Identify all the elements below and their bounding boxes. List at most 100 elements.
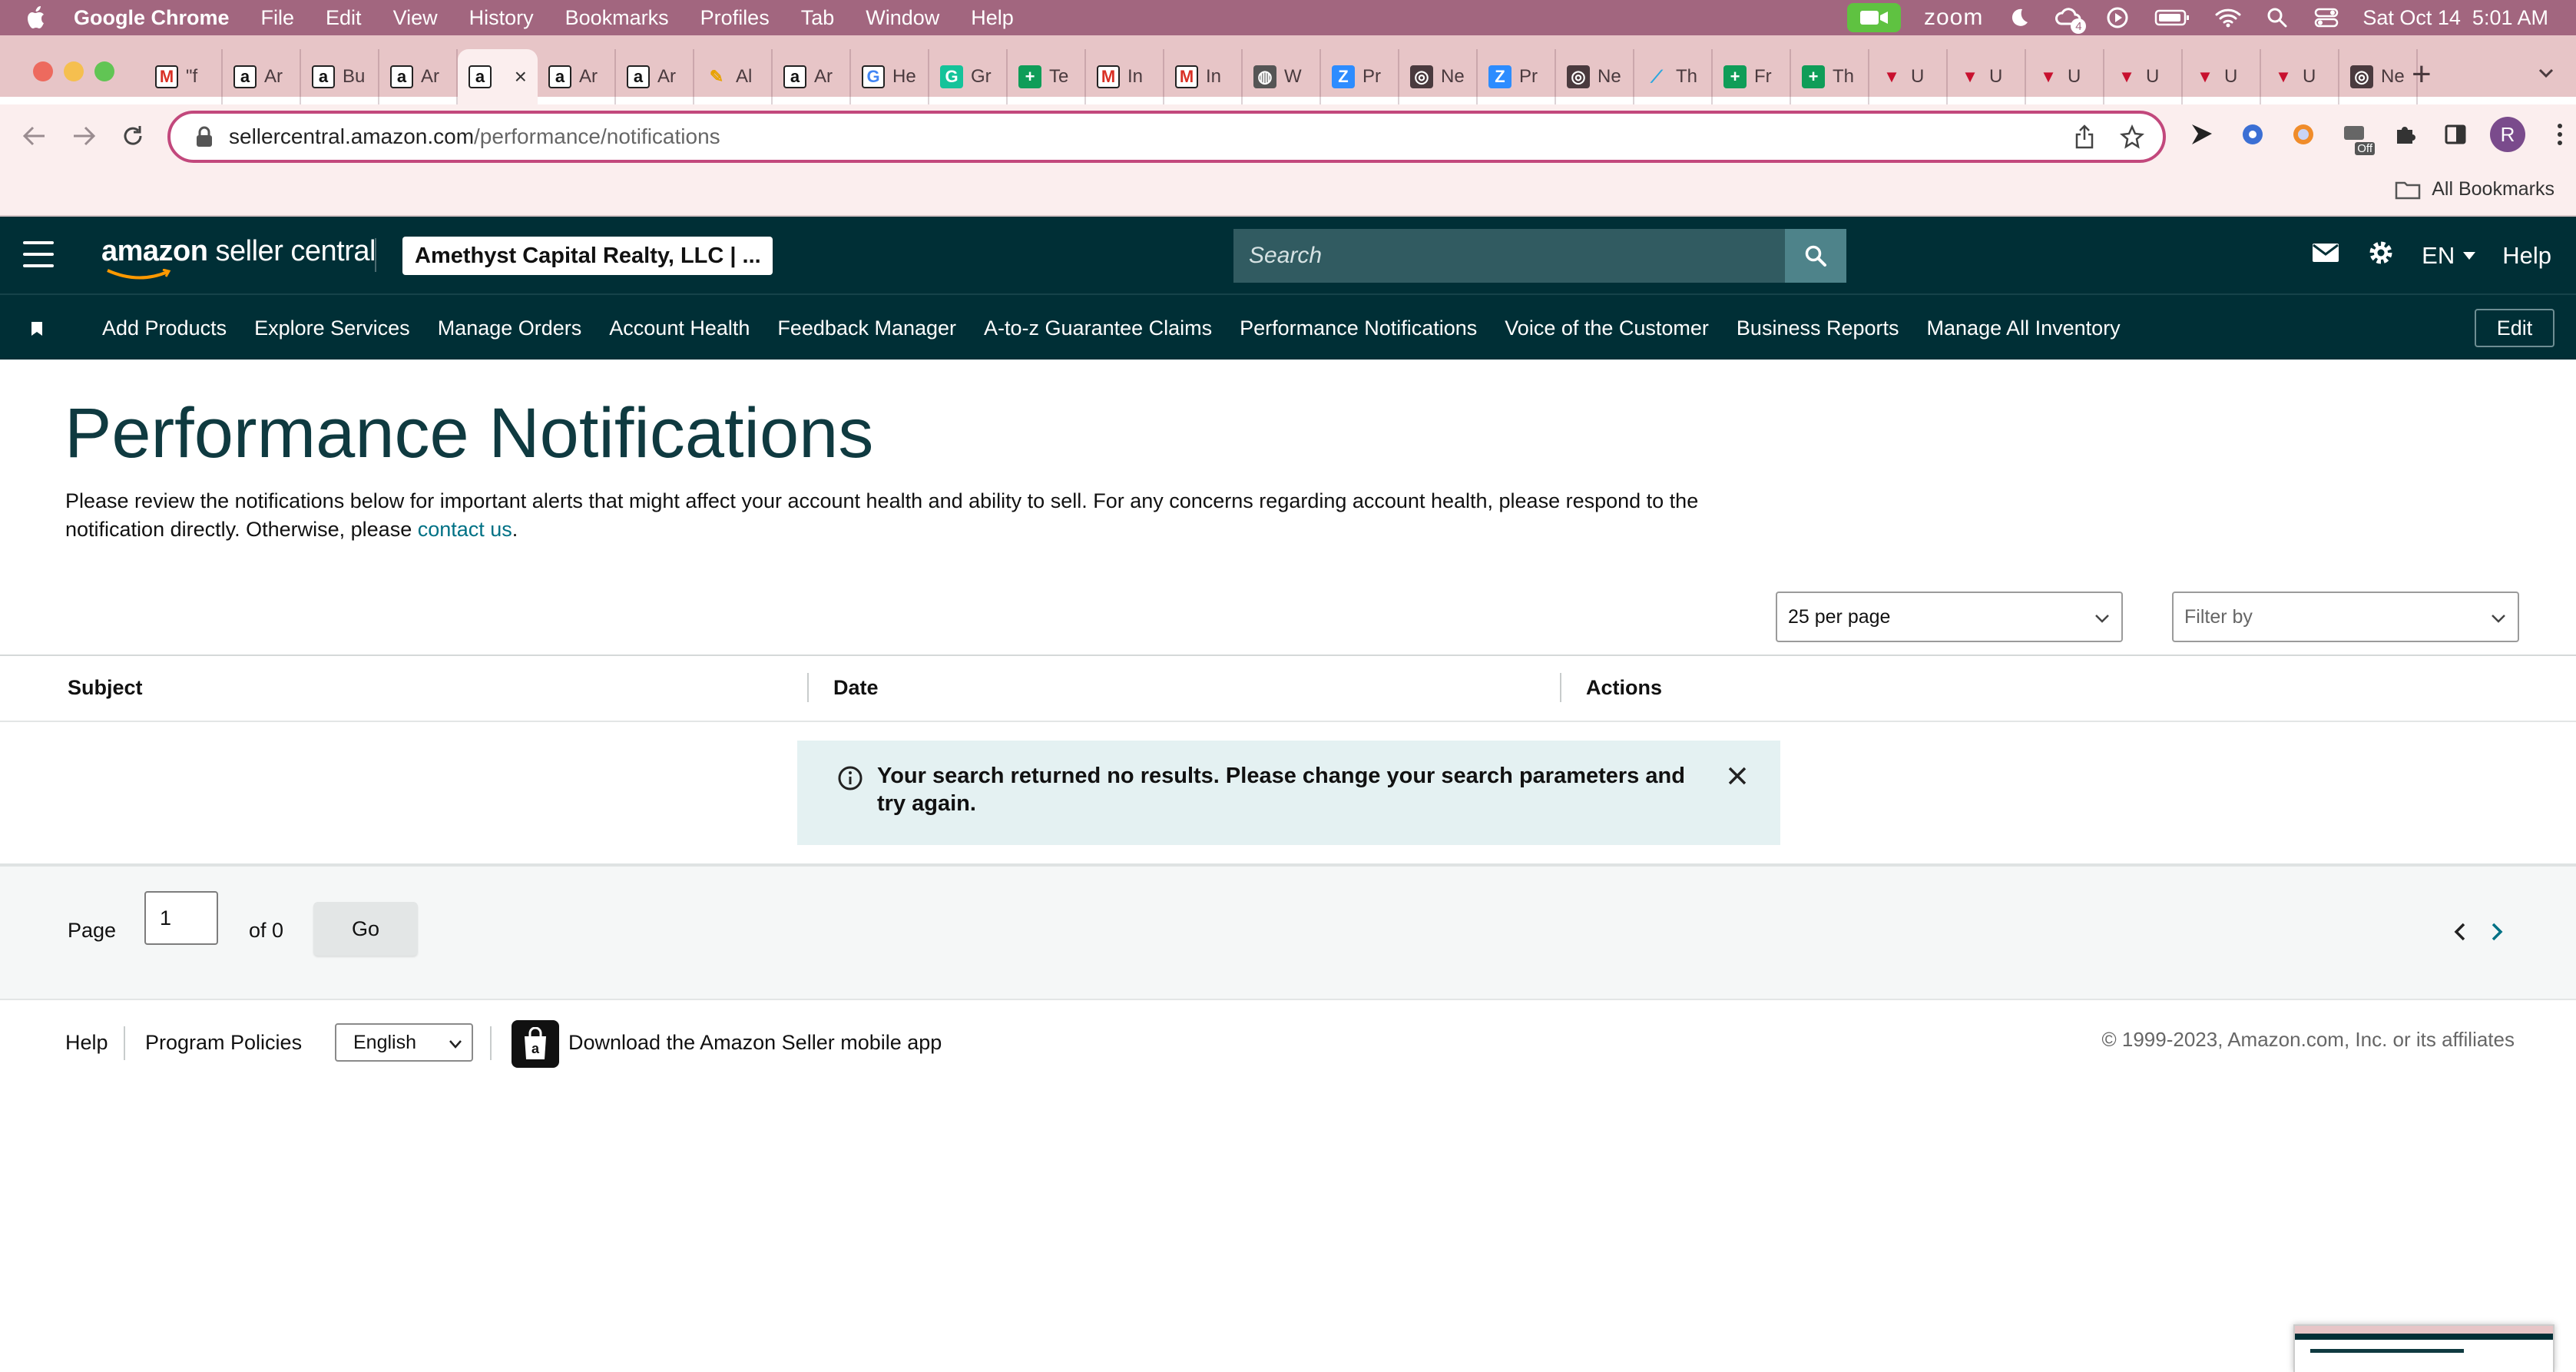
cursor-extension-icon[interactable] (2186, 118, 2218, 151)
reload-icon[interactable] (115, 118, 151, 154)
browser-tab[interactable]: + Fr (1713, 49, 1791, 104)
forward-arrow-icon[interactable] (66, 118, 101, 154)
blue-extension-icon[interactable] (2237, 118, 2269, 151)
bookmark-star-icon[interactable] (2120, 124, 2144, 153)
browser-tab[interactable]: ▼ U (2026, 49, 2104, 104)
nav-manage-all-inventory[interactable]: Manage All Inventory (1927, 316, 2121, 340)
hamburger-menu-icon[interactable] (23, 241, 54, 267)
browser-tab[interactable]: ▼ U (1948, 49, 2026, 104)
download-app-link[interactable]: Download the Amazon Seller mobile app (568, 1031, 942, 1055)
off-toggle-extension-icon[interactable]: Off (2338, 118, 2375, 155)
battery-icon[interactable] (2154, 5, 2192, 31)
nav-add-products[interactable]: Add Products (102, 316, 227, 340)
menu-bookmarks[interactable]: Bookmarks (565, 6, 669, 30)
seller-search-input[interactable] (1233, 243, 1771, 269)
tab-search-chevron-icon[interactable] (2535, 61, 2558, 85)
chevron-right-icon[interactable] (2487, 920, 2507, 943)
nav-edit-button[interactable]: Edit (2475, 309, 2554, 347)
address-bar[interactable]: sellercentral.amazon.com/performance/not… (167, 111, 2166, 163)
screenshot-thumbnail-preview[interactable] (2293, 1324, 2554, 1372)
browser-tab[interactable]: ◎ Ne (2339, 49, 2418, 104)
nav-feedback-manager[interactable]: Feedback Manager (777, 316, 956, 340)
browser-tab[interactable]: M "f (144, 49, 223, 104)
header-help-link[interactable]: Help (2502, 242, 2551, 270)
seller-central-logo[interactable]: amazon seller central (101, 235, 376, 280)
menu-file[interactable]: File (261, 6, 295, 30)
go-button[interactable]: Go (313, 902, 418, 956)
zoom-menu-label[interactable]: zoom (1924, 5, 1983, 31)
browser-tab[interactable]: a Bu (301, 49, 379, 104)
nav-account-health[interactable]: Account Health (609, 316, 750, 340)
profile-avatar[interactable]: R (2490, 117, 2525, 152)
share-icon[interactable] (2074, 124, 2095, 153)
search-button[interactable] (1785, 229, 1846, 283)
footer-program-policies-link[interactable]: Program Policies (145, 1031, 302, 1055)
orange-extension-icon[interactable] (2287, 118, 2319, 151)
browser-tab[interactable]: ▼ U (1869, 49, 1948, 104)
browser-tab[interactable]: ◍ W (1243, 49, 1321, 104)
mail-icon[interactable] (2311, 241, 2340, 270)
control-center-icon[interactable] (2313, 5, 2339, 31)
menubar-datetime[interactable]: Sat Oct 14 5:01 AM (2362, 6, 2548, 30)
browser-tab[interactable]: ✎ Al (694, 49, 773, 104)
url-text[interactable]: sellercentral.amazon.com/performance/not… (229, 124, 720, 149)
moon-icon[interactable] (2006, 5, 2032, 31)
browser-tab[interactable]: a Ar (379, 49, 458, 104)
bookmark-flag-icon[interactable] (31, 321, 43, 336)
per-page-select[interactable]: 25 per page (1776, 592, 2123, 642)
tab-active[interactable]: a × (458, 49, 538, 104)
close-tab-icon[interactable]: × (515, 65, 527, 89)
browser-tab[interactable]: ▼ U (2261, 49, 2339, 104)
new-tab-plus-icon[interactable]: + (2412, 55, 2432, 94)
browser-tab[interactable]: ⟋ Th (1634, 49, 1713, 104)
nav-business-reports[interactable]: Business Reports (1737, 316, 1899, 340)
browser-tab[interactable]: a Ar (223, 49, 301, 104)
footer-help-link[interactable]: Help (65, 1031, 108, 1055)
menu-view[interactable]: View (393, 6, 438, 30)
browser-tab[interactable]: + Th (1791, 49, 1869, 104)
back-arrow-icon[interactable] (17, 118, 52, 154)
amazon-seller-app-icon[interactable]: a (512, 1020, 559, 1068)
notification-cloud-icon[interactable]: 4 (2055, 5, 2087, 34)
browser-tab[interactable]: Z Pr (1478, 49, 1556, 104)
browser-tab[interactable]: ◎ Ne (1556, 49, 1634, 104)
window-minimize-button[interactable] (64, 61, 84, 81)
browser-tab[interactable]: ◎ Ne (1399, 49, 1478, 104)
browser-tab[interactable]: + Te (1008, 49, 1086, 104)
browser-tab[interactable]: G Gr (929, 49, 1008, 104)
nav-a-to-z-claims[interactable]: A-to-z Guarantee Claims (984, 316, 1212, 340)
all-bookmarks-button[interactable]: All Bookmarks (2395, 178, 2554, 200)
browser-tab[interactable]: G He (851, 49, 929, 104)
chevron-left-icon[interactable] (2450, 920, 2470, 943)
side-panel-icon[interactable] (2439, 118, 2472, 151)
menu-edit[interactable]: Edit (326, 6, 362, 30)
footer-language-select[interactable]: English (335, 1023, 473, 1062)
nav-performance-notifications[interactable]: Performance Notifications (1240, 316, 1477, 340)
zoom-video-icon[interactable] (1847, 3, 1901, 32)
nav-manage-orders[interactable]: Manage Orders (438, 316, 582, 340)
menu-help[interactable]: Help (971, 6, 1014, 30)
menu-profiles[interactable]: Profiles (700, 6, 770, 30)
settings-gear-icon[interactable] (2366, 238, 2396, 273)
browser-tab[interactable]: a Ar (773, 49, 851, 104)
wifi-icon[interactable] (2215, 5, 2241, 31)
column-date[interactable]: Date (833, 676, 879, 700)
apple-icon[interactable] (26, 5, 48, 30)
browser-tab[interactable]: ▼ U (2183, 49, 2261, 104)
browser-tab[interactable]: ▼ U (2104, 49, 2183, 104)
spotlight-search-icon[interactable] (2264, 5, 2290, 31)
page-number-input[interactable] (144, 891, 218, 945)
menu-app-name[interactable]: Google Chrome (74, 6, 230, 30)
browser-tab[interactable]: a Ar (538, 49, 616, 104)
nav-voice-of-customer[interactable]: Voice of the Customer (1505, 316, 1709, 340)
nav-explore-services[interactable]: Explore Services (254, 316, 410, 340)
language-selector[interactable]: EN (2422, 242, 2476, 270)
browser-tab[interactable]: a Ar (616, 49, 694, 104)
menu-history[interactable]: History (469, 6, 534, 30)
filter-by-select[interactable]: Filter by (2172, 592, 2519, 642)
browser-tab[interactable]: M In (1086, 49, 1164, 104)
contact-us-link[interactable]: contact us (418, 518, 512, 541)
puzzle-extensions-icon[interactable] (2389, 118, 2421, 151)
column-subject[interactable]: Subject (68, 676, 143, 700)
close-icon[interactable] (1723, 762, 1751, 790)
